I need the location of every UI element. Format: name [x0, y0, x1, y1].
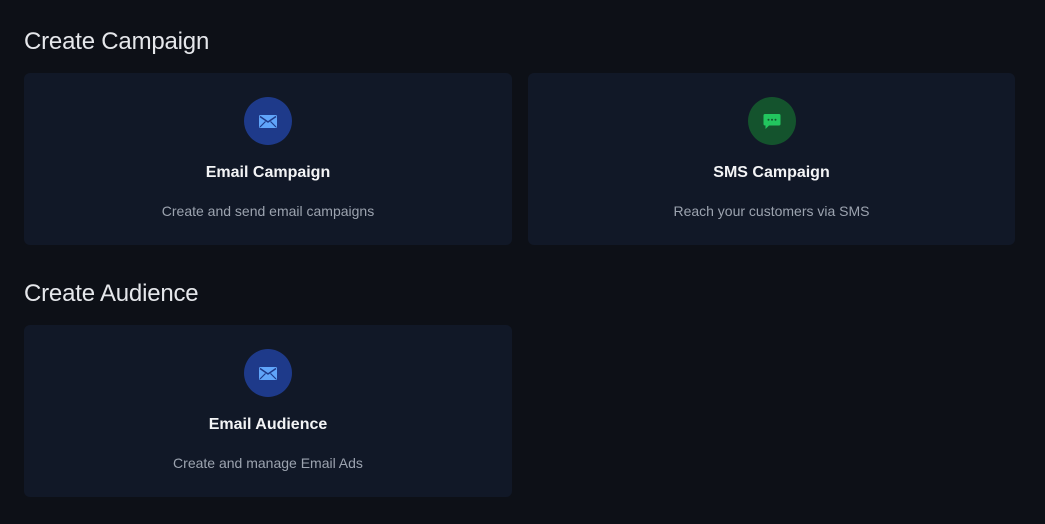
chat-bubble-icon	[763, 114, 780, 129]
sms-campaign-description: Reach your customers via SMS	[673, 203, 870, 219]
page: Create Campaign Email Campaign Create an…	[0, 0, 1045, 524]
email-audience-icon-badge	[244, 349, 292, 397]
section-title-create-audience: Create Audience	[24, 280, 199, 307]
email-campaign-icon-badge	[244, 97, 292, 145]
email-campaign-title: Email Campaign	[205, 164, 331, 181]
email-campaign-card[interactable]: Email Campaign Create and send email cam…	[24, 73, 512, 245]
email-audience-description: Create and manage Email Ads	[173, 455, 363, 471]
email-audience-title: Email Audience	[208, 416, 328, 433]
sms-campaign-title: SMS Campaign	[713, 164, 830, 181]
email-audience-card[interactable]: Email Audience Create and manage Email A…	[24, 325, 512, 497]
email-campaign-description: Create and send email campaigns	[161, 203, 375, 219]
sms-campaign-icon-badge	[747, 97, 796, 145]
section-title-create-campaign: Create Campaign	[24, 28, 210, 55]
sms-campaign-card[interactable]: SMS Campaign Reach your customers via SM…	[528, 73, 1015, 245]
mail-icon	[259, 115, 277, 128]
mail-icon	[259, 367, 277, 380]
